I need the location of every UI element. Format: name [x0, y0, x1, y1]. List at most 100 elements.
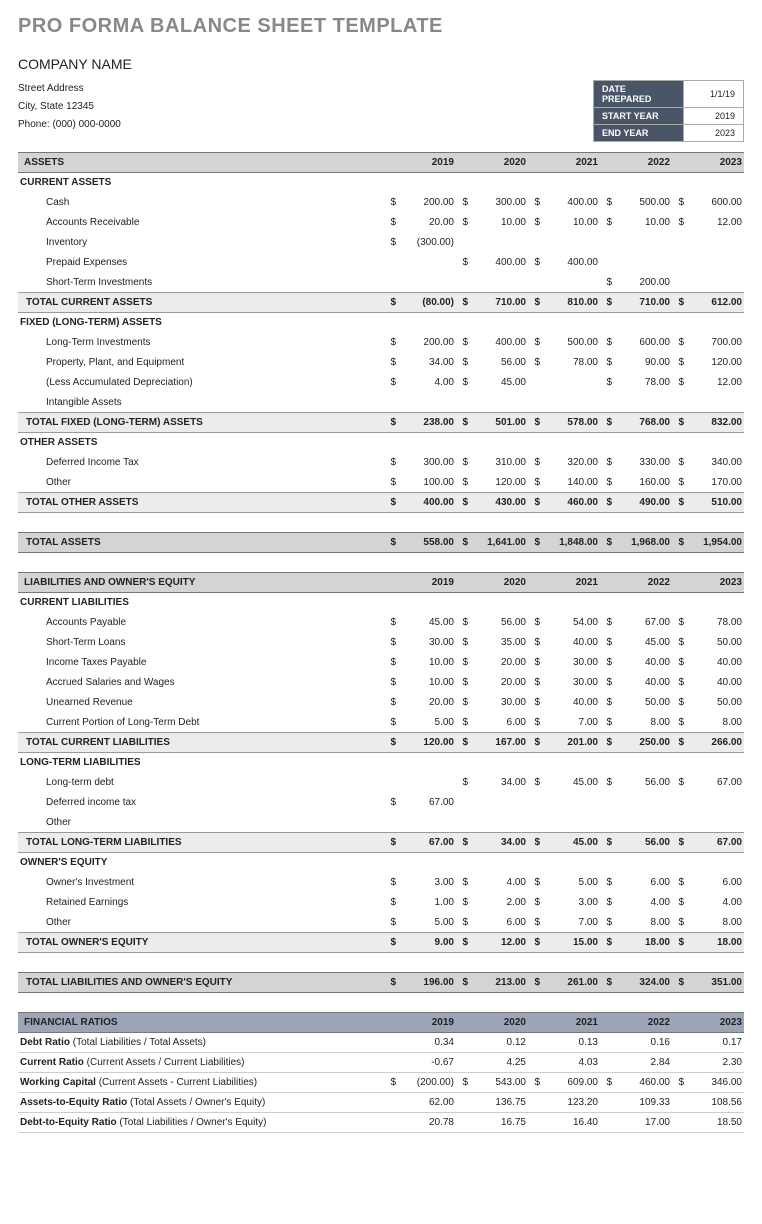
currency-symbol: $	[528, 213, 542, 233]
value-cell: 120.00	[398, 733, 456, 753]
value-cell: 120.00	[686, 353, 744, 373]
currency-symbol: $	[528, 613, 542, 633]
currency-symbol	[456, 793, 470, 813]
currency-symbol: $	[672, 473, 686, 493]
value-cell: 67.00	[614, 613, 672, 633]
value-cell: 700.00	[686, 333, 744, 353]
total-label: TOTAL OTHER ASSETS	[18, 493, 384, 513]
value-cell: 578.00	[542, 413, 600, 433]
item-row: Inventory$(300.00)	[18, 233, 744, 253]
currency-symbol	[456, 233, 470, 253]
year-header: 2019	[398, 1013, 456, 1033]
value-cell: 500.00	[542, 333, 600, 353]
value-cell	[686, 273, 744, 293]
value-cell: 300.00	[470, 193, 528, 213]
value-cell	[542, 393, 600, 413]
value-cell: 9.00	[398, 933, 456, 953]
currency-symbol: $	[384, 633, 398, 653]
value-cell	[614, 813, 672, 833]
item-label: Inventory	[18, 233, 384, 253]
currency-symbol: $	[384, 533, 398, 553]
currency-symbol: $	[600, 653, 614, 673]
currency-symbol: $	[600, 913, 614, 933]
currency-symbol: $	[672, 833, 686, 853]
currency-symbol: $	[528, 493, 542, 513]
currency-symbol: $	[528, 333, 542, 353]
currency-symbol: $	[672, 613, 686, 633]
value-cell: 120.00	[470, 473, 528, 493]
ratio-value: 109.33	[614, 1093, 672, 1113]
currency-symbol: $	[456, 653, 470, 673]
date-box: DATE PREPARED1/1/19 START YEAR2019 END Y…	[593, 80, 744, 142]
value-cell: 12.00	[470, 933, 528, 953]
currency-symbol	[528, 1093, 542, 1113]
item-label: (Less Accumulated Depreciation)	[18, 373, 384, 393]
currency-symbol: $	[384, 353, 398, 373]
total-row: TOTAL ASSETS$558.00$1,641.00$1,848.00$1,…	[18, 533, 744, 553]
value-cell: 710.00	[470, 293, 528, 313]
ratio-value: 0.17	[686, 1033, 744, 1053]
ratio-value: 543.00	[470, 1073, 528, 1093]
value-cell: 170.00	[686, 473, 744, 493]
year-header: 2020	[470, 1013, 528, 1033]
item-label: Prepaid Expenses	[18, 253, 384, 273]
value-cell: 600.00	[686, 193, 744, 213]
item-row: (Less Accumulated Depreciation)$4.00$45.…	[18, 373, 744, 393]
section-label: LONG-TERM LIABILITIES	[18, 753, 744, 773]
header-label: ASSETS	[18, 153, 384, 173]
value-cell	[470, 273, 528, 293]
value-cell: 45.00	[542, 773, 600, 793]
item-row: Accrued Salaries and Wages$10.00$20.00$3…	[18, 673, 744, 693]
section-label: CURRENT LIABILITIES	[18, 593, 744, 613]
section-label: CURRENT ASSETS	[18, 173, 744, 193]
value-cell: 8.00	[614, 913, 672, 933]
meta-row: Street Address City, State 12345 Phone: …	[18, 80, 744, 142]
value-cell: 140.00	[542, 473, 600, 493]
end-year: 2023	[684, 125, 744, 142]
currency-symbol: $	[384, 193, 398, 213]
value-cell: 460.00	[542, 493, 600, 513]
currency-symbol: $	[600, 893, 614, 913]
currency-symbol: $	[600, 873, 614, 893]
value-cell: 490.00	[614, 493, 672, 513]
value-cell: 67.00	[686, 833, 744, 853]
currency-symbol	[600, 1113, 614, 1133]
section-row: CURRENT ASSETS	[18, 173, 744, 193]
section-label: FIXED (LONG-TERM) ASSETS	[18, 313, 744, 333]
currency-symbol: $	[456, 713, 470, 733]
currency-symbol	[528, 793, 542, 813]
value-cell: 50.00	[614, 693, 672, 713]
item-row: Owner's Investment$3.00$4.00$5.00$6.00$6…	[18, 873, 744, 893]
value-cell: 8.00	[614, 713, 672, 733]
value-cell: 78.00	[542, 353, 600, 373]
value-cell: 501.00	[470, 413, 528, 433]
section-row: OTHER ASSETS	[18, 433, 744, 453]
ratio-value: 4.03	[542, 1053, 600, 1073]
ratio-value: 0.16	[614, 1033, 672, 1053]
value-cell: 56.00	[614, 773, 672, 793]
ratio-value: 0.12	[470, 1033, 528, 1053]
header-row: FINANCIAL RATIOS20192020202120222023	[18, 1013, 744, 1033]
start-year: 2019	[684, 108, 744, 125]
value-cell: 330.00	[614, 453, 672, 473]
currency-symbol: $	[456, 193, 470, 213]
total-row: TOTAL FIXED (LONG-TERM) ASSETS$238.00$50…	[18, 413, 744, 433]
value-cell: 340.00	[686, 453, 744, 473]
currency-symbol: $	[528, 733, 542, 753]
currency-symbol: $	[672, 933, 686, 953]
currency-symbol	[672, 813, 686, 833]
ratio-row: Current Ratio (Current Assets / Current …	[18, 1053, 744, 1073]
currency-symbol: $	[600, 473, 614, 493]
value-cell: 40.00	[614, 673, 672, 693]
item-label: Accounts Receivable	[18, 213, 384, 233]
value-cell: 56.00	[470, 613, 528, 633]
value-cell	[686, 793, 744, 813]
currency-symbol: $	[528, 1073, 542, 1093]
phone: Phone: (000) 000-0000	[18, 116, 121, 134]
currency-symbol: $	[456, 693, 470, 713]
currency-symbol	[528, 373, 542, 393]
section-row: FIXED (LONG-TERM) ASSETS	[18, 313, 744, 333]
currency-symbol	[672, 393, 686, 413]
value-cell: 45.00	[614, 633, 672, 653]
city: City, State 12345	[18, 98, 121, 116]
